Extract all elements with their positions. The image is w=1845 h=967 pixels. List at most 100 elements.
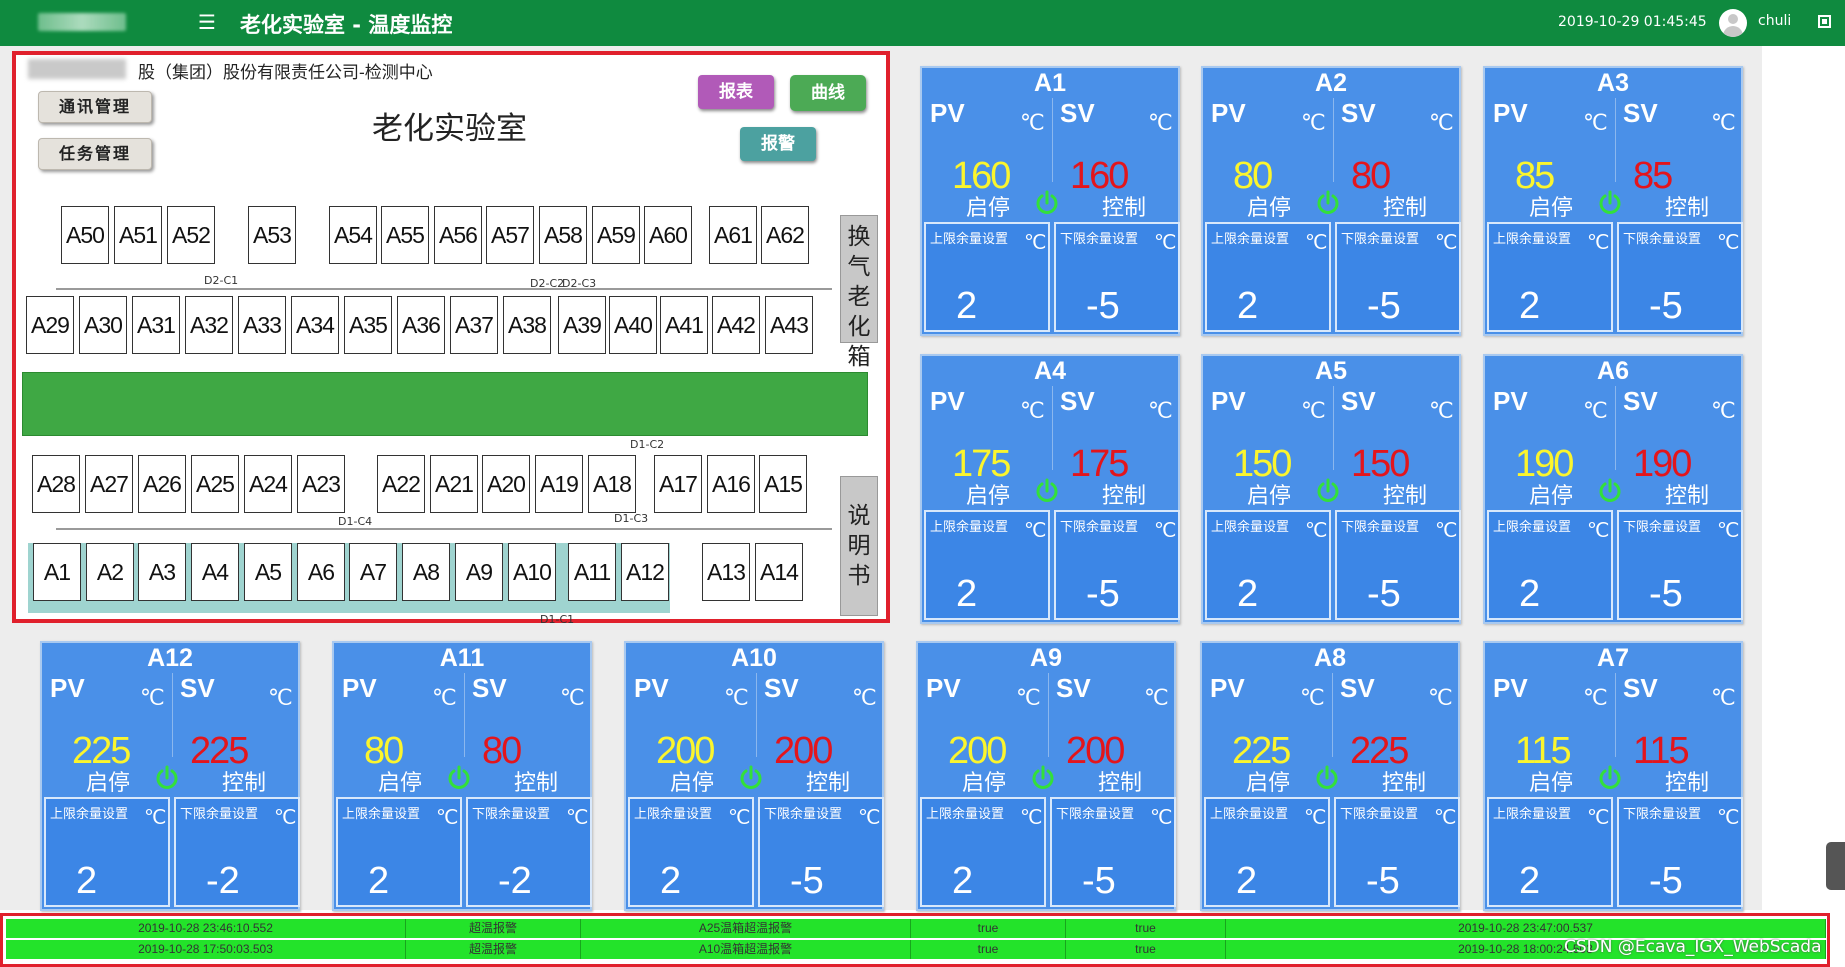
lower-margin-box[interactable]: 下限余量设置 ℃ -5 <box>1617 222 1743 332</box>
slot-a13[interactable]: A13 <box>702 543 750 601</box>
lower-margin-value[interactable]: -5 <box>1367 286 1401 326</box>
control-button[interactable]: 控制 <box>514 765 558 797</box>
slot-a30[interactable]: A30 <box>79 296 127 354</box>
upper-margin-box[interactable]: 上限余量设置 ℃ 2 <box>924 222 1050 332</box>
control-button[interactable]: 控制 <box>1102 478 1146 510</box>
username[interactable]: chuli <box>1758 13 1791 29</box>
slot-a27[interactable]: A27 <box>85 455 133 513</box>
control-button[interactable]: 控制 <box>1382 765 1426 797</box>
hamburger-icon[interactable]: ☰ <box>198 10 216 34</box>
lower-margin-value[interactable]: -5 <box>1367 574 1401 614</box>
power-icon[interactable] <box>1597 478 1623 504</box>
upper-margin-value[interactable]: 2 <box>76 861 97 901</box>
upper-margin-box[interactable]: 上限余量设置 ℃ 2 <box>920 797 1046 907</box>
side-drawer-handle[interactable] <box>1826 842 1845 890</box>
slot-a55[interactable]: A55 <box>381 206 429 264</box>
table-row[interactable]: 2019-10-28 23:46:10.552 超温报警 A25温箱超温报警 true… <box>6 919 1826 938</box>
power-icon[interactable] <box>1315 478 1341 504</box>
control-button[interactable]: 控制 <box>1102 190 1146 222</box>
lower-margin-box[interactable]: 下限余量设置 ℃ -2 <box>174 797 300 907</box>
slot-a1[interactable]: A1 <box>33 543 81 601</box>
task-manage-button[interactable]: 任务管理 <box>38 138 152 170</box>
control-button[interactable]: 控制 <box>1383 478 1427 510</box>
slot-a57[interactable]: A57 <box>486 206 534 264</box>
slot-a34[interactable]: A34 <box>291 296 339 354</box>
avatar[interactable] <box>1719 9 1747 37</box>
upper-margin-value[interactable]: 2 <box>1519 286 1540 326</box>
control-button[interactable]: 控制 <box>1665 190 1709 222</box>
lower-margin-box[interactable]: 下限余量设置 ℃ -5 <box>1335 510 1461 620</box>
slot-a29[interactable]: A29 <box>26 296 74 354</box>
slot-a24[interactable]: A24 <box>244 455 292 513</box>
power-icon[interactable] <box>738 765 764 791</box>
slot-a33[interactable]: A33 <box>238 296 286 354</box>
slot-a23[interactable]: A23 <box>297 455 345 513</box>
control-button[interactable]: 控制 <box>1098 765 1142 797</box>
power-icon[interactable] <box>1034 190 1060 216</box>
lower-margin-box[interactable]: 下限余量设置 ℃ -2 <box>466 797 592 907</box>
slot-a9[interactable]: A9 <box>455 543 503 601</box>
upper-margin-box[interactable]: 上限余量设置 ℃ 2 <box>44 797 170 907</box>
control-button[interactable]: 控制 <box>1383 190 1427 222</box>
slot-a62[interactable]: A62 <box>761 206 809 264</box>
report-button[interactable]: 报表 <box>698 75 774 109</box>
lower-margin-box[interactable]: 下限余量设置 ℃ -5 <box>1334 797 1460 907</box>
lower-margin-value[interactable]: -5 <box>1649 286 1683 326</box>
slot-a5[interactable]: A5 <box>244 543 292 601</box>
upper-margin-box[interactable]: 上限余量设置 ℃ 2 <box>1487 797 1613 907</box>
power-icon[interactable] <box>1597 765 1623 791</box>
qr-code-icon[interactable] <box>1818 15 1831 28</box>
upper-margin-value[interactable]: 2 <box>1519 861 1540 901</box>
lower-margin-value[interactable]: -5 <box>1366 861 1400 901</box>
lower-margin-box[interactable]: 下限余量设置 ℃ -5 <box>1050 797 1176 907</box>
lower-margin-box[interactable]: 下限余量设置 ℃ -5 <box>1054 510 1180 620</box>
power-icon[interactable] <box>1315 190 1341 216</box>
slot-a36[interactable]: A36 <box>397 296 445 354</box>
upper-margin-box[interactable]: 上限余量设置 ℃ 2 <box>1205 222 1331 332</box>
upper-margin-box[interactable]: 上限余量设置 ℃ 2 <box>1487 222 1613 332</box>
power-icon[interactable] <box>1034 478 1060 504</box>
aging-box-button[interactable]: 换气老化箱 <box>840 215 878 370</box>
power-icon[interactable] <box>154 765 180 791</box>
curve-button[interactable]: 曲线 <box>790 75 866 111</box>
slot-a7[interactable]: A7 <box>349 543 397 601</box>
lower-margin-box[interactable]: 下限余量设置 ℃ -5 <box>1054 222 1180 332</box>
slot-a20[interactable]: A20 <box>482 455 530 513</box>
power-icon[interactable] <box>1314 765 1340 791</box>
upper-margin-value[interactable]: 2 <box>1237 286 1258 326</box>
slot-a32[interactable]: A32 <box>185 296 233 354</box>
lower-margin-value[interactable]: -2 <box>206 861 240 901</box>
upper-margin-box[interactable]: 上限余量设置 ℃ 2 <box>1205 510 1331 620</box>
slot-a12[interactable]: A12 <box>621 543 669 601</box>
slot-a37[interactable]: A37 <box>450 296 498 354</box>
slot-a3[interactable]: A3 <box>138 543 186 601</box>
slot-a54[interactable]: A54 <box>329 206 377 264</box>
slot-a31[interactable]: A31 <box>132 296 180 354</box>
slot-a52[interactable]: A52 <box>167 206 215 264</box>
slot-a18[interactable]: A18 <box>588 455 636 513</box>
slot-a14[interactable]: A14 <box>755 543 803 601</box>
comm-manage-button[interactable]: 通讯管理 <box>38 91 152 123</box>
upper-margin-value[interactable]: 2 <box>956 286 977 326</box>
slot-a58[interactable]: A58 <box>539 206 587 264</box>
lower-margin-box[interactable]: 下限余量设置 ℃ -5 <box>1617 510 1743 620</box>
slot-a11[interactable]: A11 <box>568 543 616 601</box>
upper-margin-value[interactable]: 2 <box>660 861 681 901</box>
slot-a16[interactable]: A16 <box>707 455 755 513</box>
alarm-button[interactable]: 报警 <box>740 127 816 161</box>
control-button[interactable]: 控制 <box>806 765 850 797</box>
power-icon[interactable] <box>446 765 472 791</box>
slot-a6[interactable]: A6 <box>297 543 345 601</box>
lower-margin-value[interactable]: -2 <box>498 861 532 901</box>
slot-a53[interactable]: A53 <box>248 206 296 264</box>
slot-a26[interactable]: A26 <box>138 455 186 513</box>
slot-a28[interactable]: A28 <box>32 455 80 513</box>
upper-margin-box[interactable]: 上限余量设置 ℃ 2 <box>336 797 462 907</box>
slot-a4[interactable]: A4 <box>191 543 239 601</box>
lower-margin-box[interactable]: 下限余量设置 ℃ -5 <box>758 797 884 907</box>
slot-a10[interactable]: A10 <box>508 543 556 601</box>
logo-icon[interactable] <box>38 13 126 31</box>
control-button[interactable]: 控制 <box>1665 478 1709 510</box>
upper-margin-value[interactable]: 2 <box>956 574 977 614</box>
lower-margin-value[interactable]: -5 <box>1086 286 1120 326</box>
